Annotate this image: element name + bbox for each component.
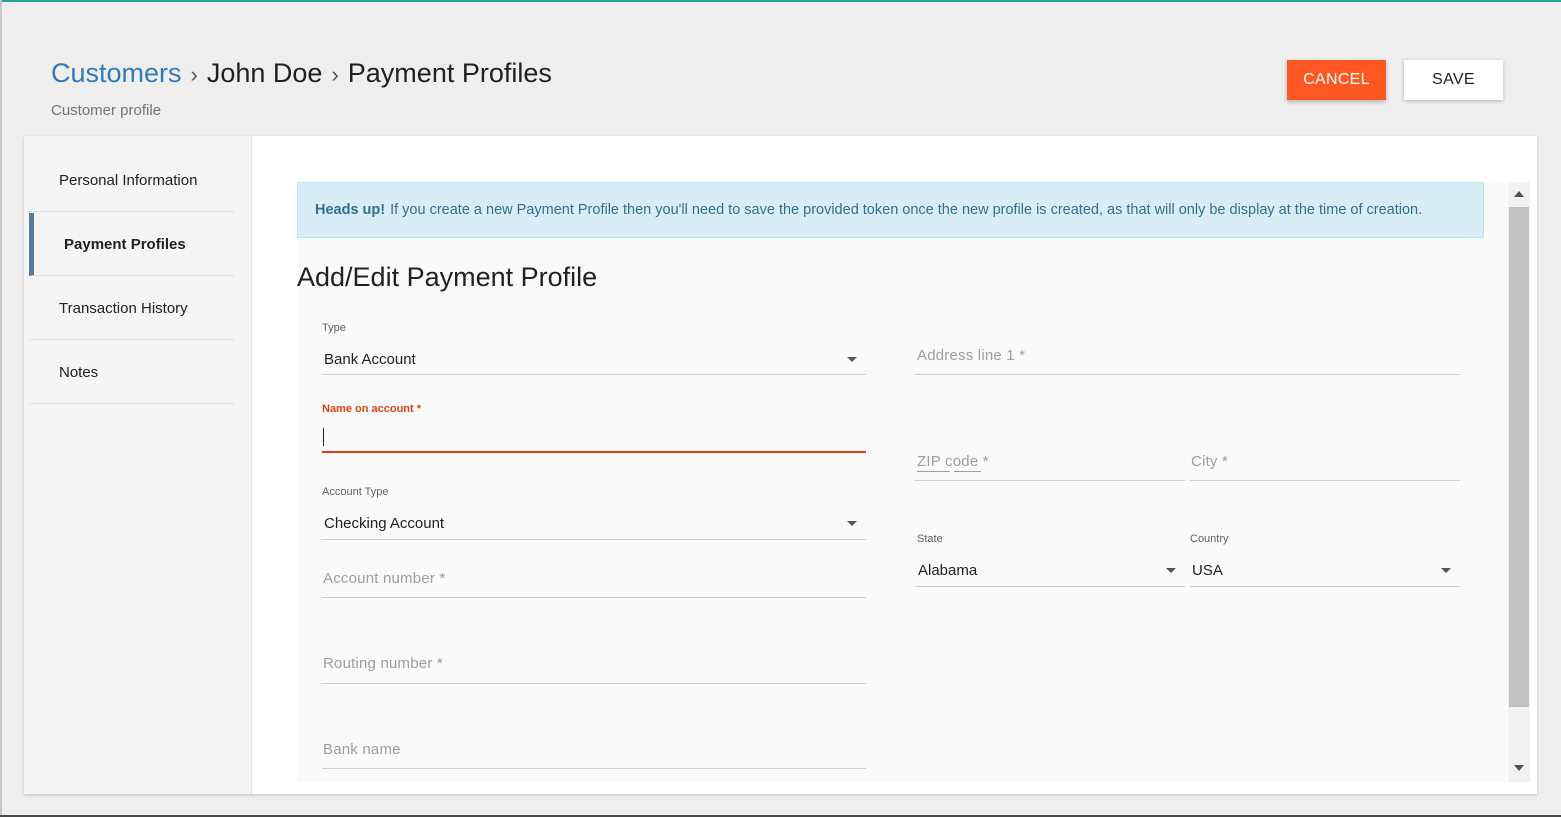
zip-dash [954,471,981,472]
chevron-down-icon[interactable] [1166,568,1176,573]
page-subtitle: Customer profile [51,102,162,119]
account-type-label: Account Type [322,486,389,498]
text-cursor [323,428,324,446]
state-underline [915,586,1185,587]
routing-number-underline [322,683,866,684]
country-label: Country [1190,533,1229,545]
account-type-select[interactable]: Checking Account [324,515,444,532]
country-select[interactable]: USA [1192,562,1223,579]
name-on-account-underline [322,451,866,453]
window-left-border [0,0,2,817]
bank-name-underline [322,768,866,769]
alert-text: If you create a new Payment Profile then… [390,202,1423,218]
breadcrumb-separator-icon: › [331,61,339,87]
account-number-input[interactable]: Account number * [323,570,445,587]
routing-number-input[interactable]: Routing number * [323,655,443,672]
scrollbar-thumb[interactable] [1509,207,1529,707]
cancel-button[interactable]: CANCEL [1287,60,1386,100]
city-underline [1190,480,1460,481]
sidebar-item-notes[interactable]: Notes [29,341,234,404]
chevron-down-icon[interactable] [847,357,857,362]
state-select[interactable]: Alabama [918,562,977,579]
form-title: Add/Edit Payment Profile [297,262,598,292]
breadcrumb-customers-link[interactable]: Customers [51,58,182,89]
account-type-underline [322,539,866,540]
chevron-down-icon[interactable] [1441,568,1451,573]
heads-up-alert: Heads up! If you create a new Payment Pr… [297,182,1484,238]
alert-strong: Heads up! [315,202,386,218]
country-underline [1190,586,1460,587]
window-top-border [0,0,1561,2]
breadcrumb-separator-icon: › [190,61,198,87]
sidebar-item-personal-information[interactable]: Personal Information [29,149,234,212]
scroll-down-arrow-icon[interactable] [1514,765,1524,771]
sidebar-item-transaction-history[interactable]: Transaction History [29,277,234,340]
name-on-account-label: Name on account * [322,403,422,415]
address-line1-input[interactable]: Address line 1 * [917,347,1025,364]
zip-code-underline [915,480,1185,481]
state-label: State [917,533,943,545]
save-button[interactable]: SAVE [1404,60,1503,100]
type-label: Type [322,322,346,334]
type-underline [322,374,866,375]
scroll-up-arrow-icon[interactable] [1514,191,1524,197]
chevron-down-icon[interactable] [847,521,857,526]
sidebar: Personal Information Payment Profiles Tr… [24,136,252,794]
breadcrumb-current-page: Payment Profiles [347,58,552,88]
zip-code-input[interactable]: ZIP code * [917,453,989,470]
sidebar-item-label: Payment Profiles [64,235,186,253]
city-input[interactable]: City * [1191,453,1228,470]
type-select[interactable]: Bank Account [324,351,416,368]
bank-name-input[interactable]: Bank name [323,741,401,758]
sidebar-item-label: Notes [59,363,99,381]
sidebar-item-label: Personal Information [59,171,198,189]
sidebar-item-label: Transaction History [59,299,188,317]
account-number-underline [322,597,866,598]
sidebar-item-payment-profiles[interactable]: Payment Profiles [29,213,234,276]
zip-dash [917,471,950,472]
breadcrumb-customer-name: John Doe [206,58,323,88]
breadcrumb: Customers › John Doe › Payment Profiles [51,58,552,89]
address-line1-underline [915,374,1460,375]
